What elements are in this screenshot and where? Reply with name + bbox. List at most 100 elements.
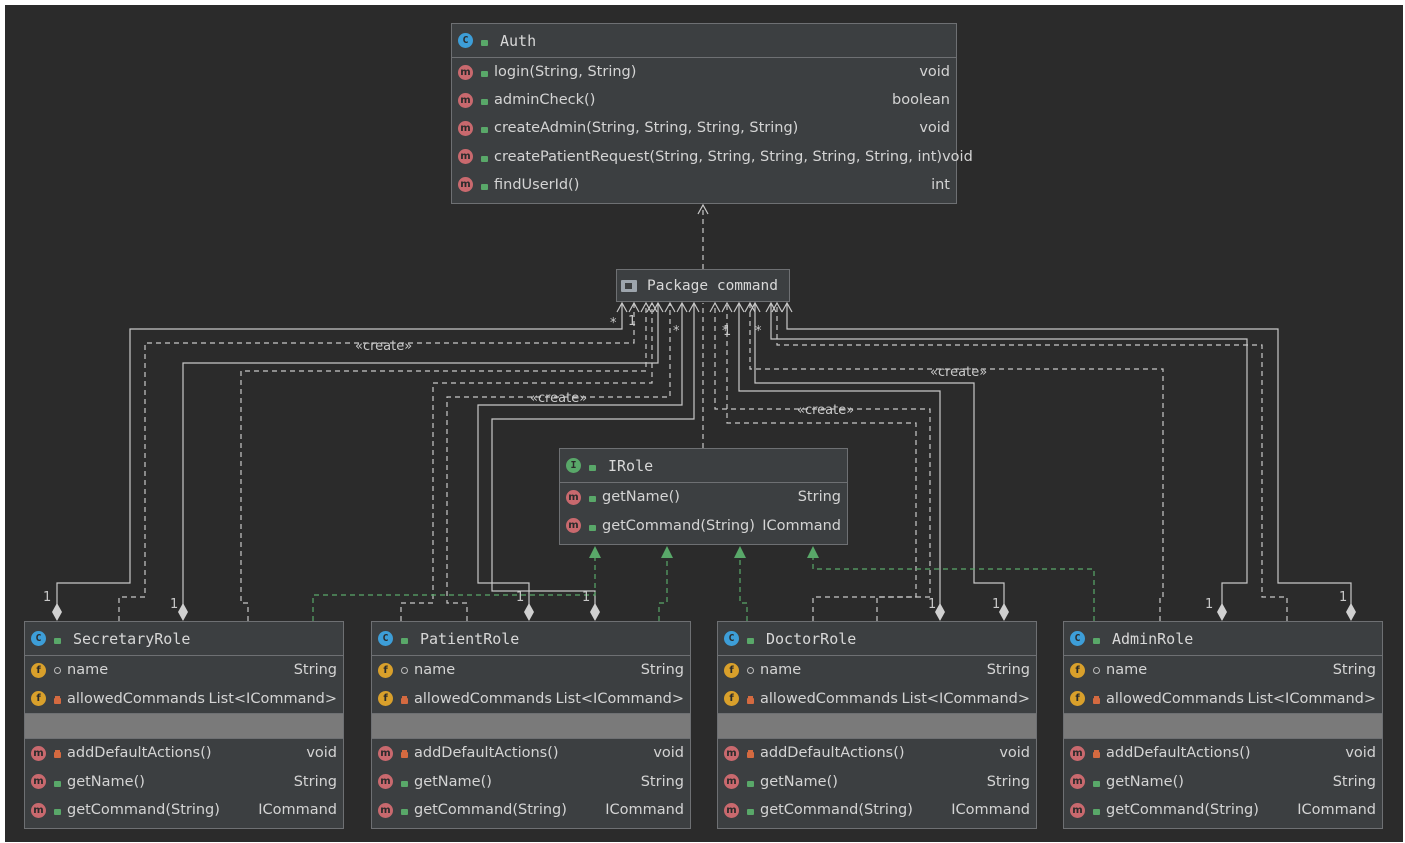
create-edge [776,303,1288,621]
field-row[interactable]: f name String [25,656,343,685]
role-header: C SecretaryRole [25,622,343,656]
create-label: «create» [930,365,987,380]
field-row[interactable]: f name String [1064,656,1382,685]
member-type: ICommand [605,802,684,819]
method-icon: m [378,802,393,818]
method-icon: m [378,745,393,761]
realization-arrowhead [661,546,673,558]
auth-method-row[interactable]: m findUserId() int [452,171,956,199]
member-name: createAdmin(String, String, String, Stri… [494,120,799,137]
member-name: getCommand(String) [602,517,755,534]
method-row[interactable]: m getName() String [1064,768,1382,797]
member-type: String [1332,662,1376,679]
member-type: void [653,745,684,762]
method-row[interactable]: m addDefaultActions() void [1064,739,1382,768]
composition-diamond [524,603,534,621]
composition-diamond [590,603,600,621]
member-type: List<ICommand> [555,690,684,707]
field-row[interactable]: f allowedCommands List<ICommand> [372,685,690,714]
method-row[interactable]: m getName() String [718,768,1036,797]
member-type: String [293,773,337,790]
member-type: List<ICommand> [208,690,337,707]
package-private-icon [51,664,63,676]
public-icon [398,776,410,788]
member-type: int [931,176,950,193]
public-icon [1090,804,1102,816]
member-type: ICommand [951,802,1030,819]
member-type: String [293,662,337,679]
field-row[interactable]: f name String [718,656,1036,685]
adminrole-class[interactable]: C AdminRole f name String f allowedCommands Lis… [1063,621,1383,829]
member-name: getCommand(String) [1106,802,1259,819]
method-row[interactable]: m getName() String [25,768,343,797]
multiplicity-many: * [610,316,617,331]
method-row[interactable]: m getCommand(String) ICommand [1064,796,1382,825]
method-row[interactable]: m getName() String [372,768,690,797]
patientrole-class[interactable]: C PatientRole f name String f allowedCommands L… [371,621,691,829]
package-command[interactable]: Package command [616,269,790,302]
composition-diamond [178,603,188,621]
irole-method-row[interactable]: m getName() String [560,483,847,512]
package-private-icon [1090,664,1102,676]
multiplicity-one: 1 [628,314,636,329]
auth-method-row[interactable]: m adminCheck() boolean [452,86,956,114]
method-row[interactable]: m addDefaultActions() void [718,739,1036,768]
composition-edge [56,303,623,605]
auth-method-row[interactable]: m createAdmin(String, String, String, Str… [452,114,956,142]
public-icon [744,776,756,788]
member-type: String [797,489,841,506]
member-name: allowedCommands [760,690,898,707]
auth-method-row[interactable]: m login(String, String) void [452,58,956,86]
auth-method-row[interactable]: m createPatientRequest(String, String, St… [452,143,973,171]
interface-icon: I [566,458,581,473]
irole-interface[interactable]: I IRole m getName() String m getCommand(Stri… [559,448,848,545]
member-type: void [306,745,337,762]
method-icon: m [1070,745,1085,761]
member-name: getName() [602,489,680,506]
realization-arrowhead [589,546,601,558]
method-icon: m [458,149,473,165]
private-icon [398,747,410,759]
member-name: getCommand(String) [414,802,567,819]
compartment-separator [25,713,343,739]
method-row[interactable]: m getCommand(String) ICommand [718,796,1036,825]
field-row[interactable]: f allowedCommands List<ICommand> [1064,685,1382,714]
method-row[interactable]: m getCommand(String) ICommand [372,796,690,825]
field-row[interactable]: f allowedCommands List<ICommand> [25,685,343,714]
member-name: addDefaultActions() [1106,745,1251,762]
create-label: «create» [530,391,587,406]
method-row[interactable]: m getCommand(String) ICommand [25,796,343,825]
irole-method-row[interactable]: m getCommand(String) ICommand [560,512,847,541]
multiplicity-many: * [722,324,729,339]
secretaryrole-class[interactable]: C SecretaryRole f name String f allowedCommand… [24,621,344,829]
realization-edge [658,558,668,621]
multiplicity-one: 1 [582,590,590,605]
member-name: allowedCommands [414,690,552,707]
field-row[interactable]: f name String [372,656,690,685]
role-header: C DoctorRole [718,622,1036,656]
auth-header: C Auth [452,24,956,58]
private-icon [744,693,756,705]
class-name: SecretaryRole [73,629,191,648]
method-icon: m [378,774,393,790]
public-icon [744,633,756,645]
public-icon [1090,776,1102,788]
auth-class[interactable]: C Auth m login(String, String) void m adminC… [451,23,973,204]
method-row[interactable]: m addDefaultActions() void [372,739,690,768]
package-private-icon [398,664,410,676]
private-icon [51,747,63,759]
interface-name: IRole [608,456,654,475]
multiplicity-one: 1 [170,597,178,612]
composition-diamond [52,603,62,621]
member-name: name [760,662,802,679]
field-row[interactable]: f allowedCommands List<ICommand> [718,685,1036,714]
doctorrole-class[interactable]: C DoctorRole f name String f allowedCommands Li… [717,621,1037,829]
public-icon [398,633,410,645]
method-icon: m [566,518,581,534]
method-row[interactable]: m addDefaultActions() void [25,739,343,768]
package-label: Package command [647,277,778,294]
composition-diamond [1346,603,1356,621]
composition-edge [786,303,1352,605]
public-icon [478,122,490,134]
member-name: addDefaultActions() [760,745,905,762]
